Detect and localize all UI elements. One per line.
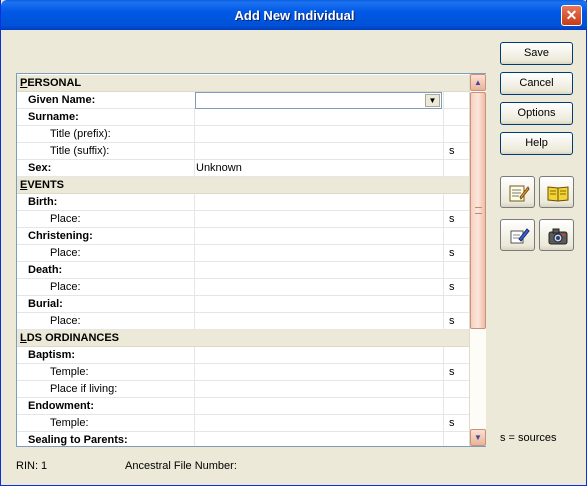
vertical-scrollbar[interactable]: ▲ ▼	[469, 74, 486, 446]
row-sex[interactable]: Sex: Unknown	[17, 160, 469, 177]
surname-label: Surname:	[28, 111, 79, 123]
section-lds-label: DS ORDINANCES	[26, 332, 120, 344]
section-events-label: VENTS	[27, 179, 65, 191]
notes-icon	[509, 185, 530, 202]
row-christening-place[interactable]: Place: s	[17, 245, 469, 262]
section-personal: PERSONAL	[17, 75, 469, 92]
sex-value[interactable]: Unknown	[196, 162, 242, 174]
baptism-temple-source-marker[interactable]: s	[449, 366, 455, 378]
sealing-parents-label: Sealing to Parents:	[28, 434, 128, 446]
save-button[interactable]: Save	[500, 42, 573, 65]
endowment-label: Endowment:	[28, 400, 94, 412]
ancestral-file-number-label: Ancestral File Number:	[125, 460, 237, 472]
notes-button[interactable]	[500, 176, 535, 208]
christening-place-label: Place:	[50, 247, 81, 259]
section-lds-ordinances: LDS ORDINANCES	[17, 330, 469, 347]
burial-place-label: Place:	[50, 315, 81, 327]
burial-label: Burial:	[28, 298, 63, 310]
scroll-up-button[interactable]: ▲	[470, 74, 486, 91]
row-baptism-place-living[interactable]: Place if living:	[17, 381, 469, 398]
baptism-label: Baptism:	[28, 349, 76, 361]
given-name-dropdown-button[interactable]: ▼	[425, 94, 440, 107]
scroll-down-button[interactable]: ▼	[470, 429, 486, 446]
camera-icon	[548, 228, 568, 245]
dialog-title: Add New Individual	[234, 8, 355, 23]
individual-fields-grid: PERSONAL Given Name: ▼ Surname: Title (p…	[16, 73, 486, 447]
rin-label: RIN: 1	[16, 460, 48, 472]
row-death-place[interactable]: Place: s	[17, 279, 469, 296]
baptism-temple-label: Temple:	[50, 366, 89, 378]
sources-legend: s = sources	[500, 432, 557, 444]
birth-place-label: Place:	[50, 213, 81, 225]
close-button[interactable]: ✕	[561, 5, 582, 26]
death-place-label: Place:	[50, 281, 81, 293]
death-place-source-marker[interactable]: s	[449, 281, 455, 293]
row-surname[interactable]: Surname:	[17, 109, 469, 126]
row-baptism-temple[interactable]: Temple: s	[17, 364, 469, 381]
help-button[interactable]: Help	[500, 132, 573, 155]
row-endowment-temple[interactable]: Temple: s	[17, 415, 469, 432]
book-icon	[547, 186, 569, 202]
section-personal-label: ERSONAL	[27, 77, 82, 89]
scroll-grip-icon	[475, 207, 482, 214]
given-name-input[interactable]: ▼	[195, 92, 442, 109]
edit-button[interactable]	[500, 219, 535, 251]
row-death[interactable]: Death:	[17, 262, 469, 279]
options-button[interactable]: Options	[500, 102, 573, 125]
row-given-name[interactable]: Given Name: ▼	[17, 92, 469, 109]
section-lds-hotkey: L	[20, 332, 27, 344]
cancel-button[interactable]: Cancel	[500, 72, 573, 95]
book-button[interactable]	[539, 176, 574, 208]
row-baptism[interactable]: Baptism:	[17, 347, 469, 364]
christening-place-source-marker[interactable]: s	[449, 247, 455, 259]
title-bar[interactable]: Add New Individual ✕	[1, 0, 587, 30]
birth-place-source-marker[interactable]: s	[449, 213, 455, 225]
row-burial-place[interactable]: Place: s	[17, 313, 469, 330]
camera-button[interactable]	[539, 219, 574, 251]
title-prefix-label: Title (prefix):	[50, 128, 111, 140]
row-endowment[interactable]: Endowment:	[17, 398, 469, 415]
row-title-prefix[interactable]: Title (prefix):	[17, 126, 469, 143]
christening-label: Christening:	[28, 230, 93, 242]
section-events: EVENTS	[17, 177, 469, 194]
row-burial[interactable]: Burial:	[17, 296, 469, 313]
endowment-temple-label: Temple:	[50, 417, 89, 429]
row-sealing-parents[interactable]: Sealing to Parents:	[17, 432, 469, 446]
title-suffix-label: Title (suffix):	[50, 145, 110, 157]
row-title-suffix[interactable]: Title (suffix): s	[17, 143, 469, 160]
edit-icon	[510, 228, 530, 244]
row-birth[interactable]: Birth:	[17, 194, 469, 211]
row-christening[interactable]: Christening:	[17, 228, 469, 245]
endowment-temple-source-marker[interactable]: s	[449, 417, 455, 429]
burial-place-source-marker[interactable]: s	[449, 315, 455, 327]
baptism-place-living-label: Place if living:	[50, 383, 118, 395]
sex-label: Sex:	[28, 162, 52, 174]
scroll-thumb[interactable]	[470, 92, 486, 329]
title-suffix-source-marker[interactable]: s	[449, 145, 455, 157]
given-name-label: Given Name:	[28, 94, 96, 106]
birth-label: Birth:	[28, 196, 58, 208]
row-birth-place[interactable]: Place: s	[17, 211, 469, 228]
add-individual-dialog: Add New Individual ✕ PERSONAL Given Name…	[0, 0, 587, 486]
death-label: Death:	[28, 264, 63, 276]
